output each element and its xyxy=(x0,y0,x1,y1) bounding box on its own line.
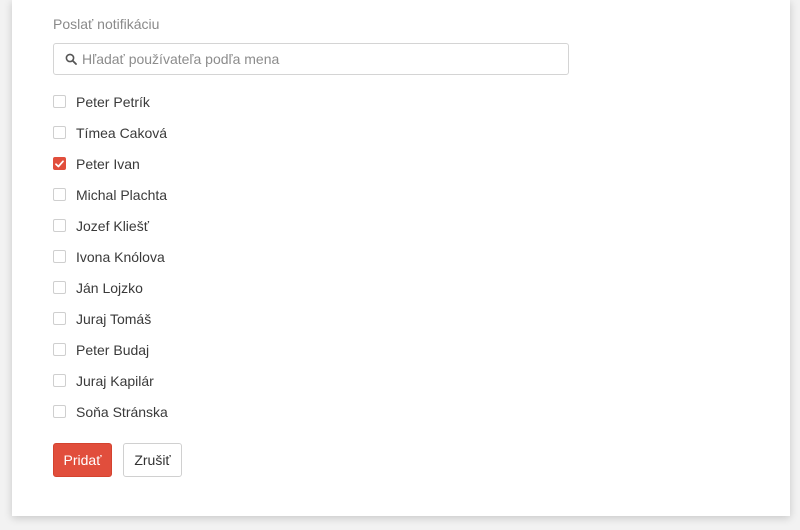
list-item[interactable]: Ján Lojzko xyxy=(53,272,168,303)
checkbox[interactable] xyxy=(53,374,66,387)
add-button[interactable]: Pridať xyxy=(53,443,112,477)
list-item[interactable]: Juraj Kapilár xyxy=(53,365,168,396)
checkbox[interactable] xyxy=(53,188,66,201)
checkbox[interactable] xyxy=(53,126,66,139)
checkbox-checked[interactable] xyxy=(53,157,66,170)
user-name: Juraj Tomáš xyxy=(76,310,152,327)
list-item[interactable]: Peter Petrík xyxy=(53,86,168,117)
search-field[interactable] xyxy=(53,43,569,75)
user-name: Ján Lojzko xyxy=(76,279,143,296)
list-item[interactable]: Tímea Caková xyxy=(53,117,168,148)
user-name: Michal Plachta xyxy=(76,186,168,203)
user-name: Juraj Kapilár xyxy=(76,372,154,389)
checkbox[interactable] xyxy=(53,312,66,325)
user-name: Peter Petrík xyxy=(76,93,150,110)
checkbox[interactable] xyxy=(53,343,66,356)
list-item[interactable]: Peter Ivan xyxy=(53,148,168,179)
list-item[interactable]: Soňa Stránska xyxy=(53,396,168,427)
list-item[interactable]: Ivona Knólova xyxy=(53,241,168,272)
search-input[interactable] xyxy=(82,51,552,67)
checkbox[interactable] xyxy=(53,95,66,108)
search-icon xyxy=(60,43,82,75)
user-name: Tímea Caková xyxy=(76,124,168,141)
checkbox[interactable] xyxy=(53,281,66,294)
list-item[interactable]: Jozef Kliešť xyxy=(53,210,168,241)
checkbox[interactable] xyxy=(53,219,66,232)
user-name: Jozef Kliešť xyxy=(76,217,149,234)
user-name: Peter Budaj xyxy=(76,341,150,358)
list-item[interactable]: Peter Budaj xyxy=(53,334,168,365)
panel-title: Poslať notifikáciu xyxy=(53,16,160,32)
list-item[interactable]: Juraj Tomáš xyxy=(53,303,168,334)
checkbox[interactable] xyxy=(53,405,66,418)
notification-panel: Poslať notifikáciu Peter Petrík Tímea Cak… xyxy=(12,0,790,516)
user-name: Peter Ivan xyxy=(76,155,140,172)
user-name: Soňa Stránska xyxy=(76,403,168,420)
list-item[interactable]: Michal Plachta xyxy=(53,179,168,210)
cancel-button[interactable]: Zrušiť xyxy=(123,443,182,477)
user-name: Ivona Knólova xyxy=(76,248,165,265)
checkmark-icon xyxy=(55,159,64,167)
checkbox[interactable] xyxy=(53,250,66,263)
user-list: Peter Petrík Tímea Caková Peter Ivan Michal… xyxy=(53,86,168,427)
